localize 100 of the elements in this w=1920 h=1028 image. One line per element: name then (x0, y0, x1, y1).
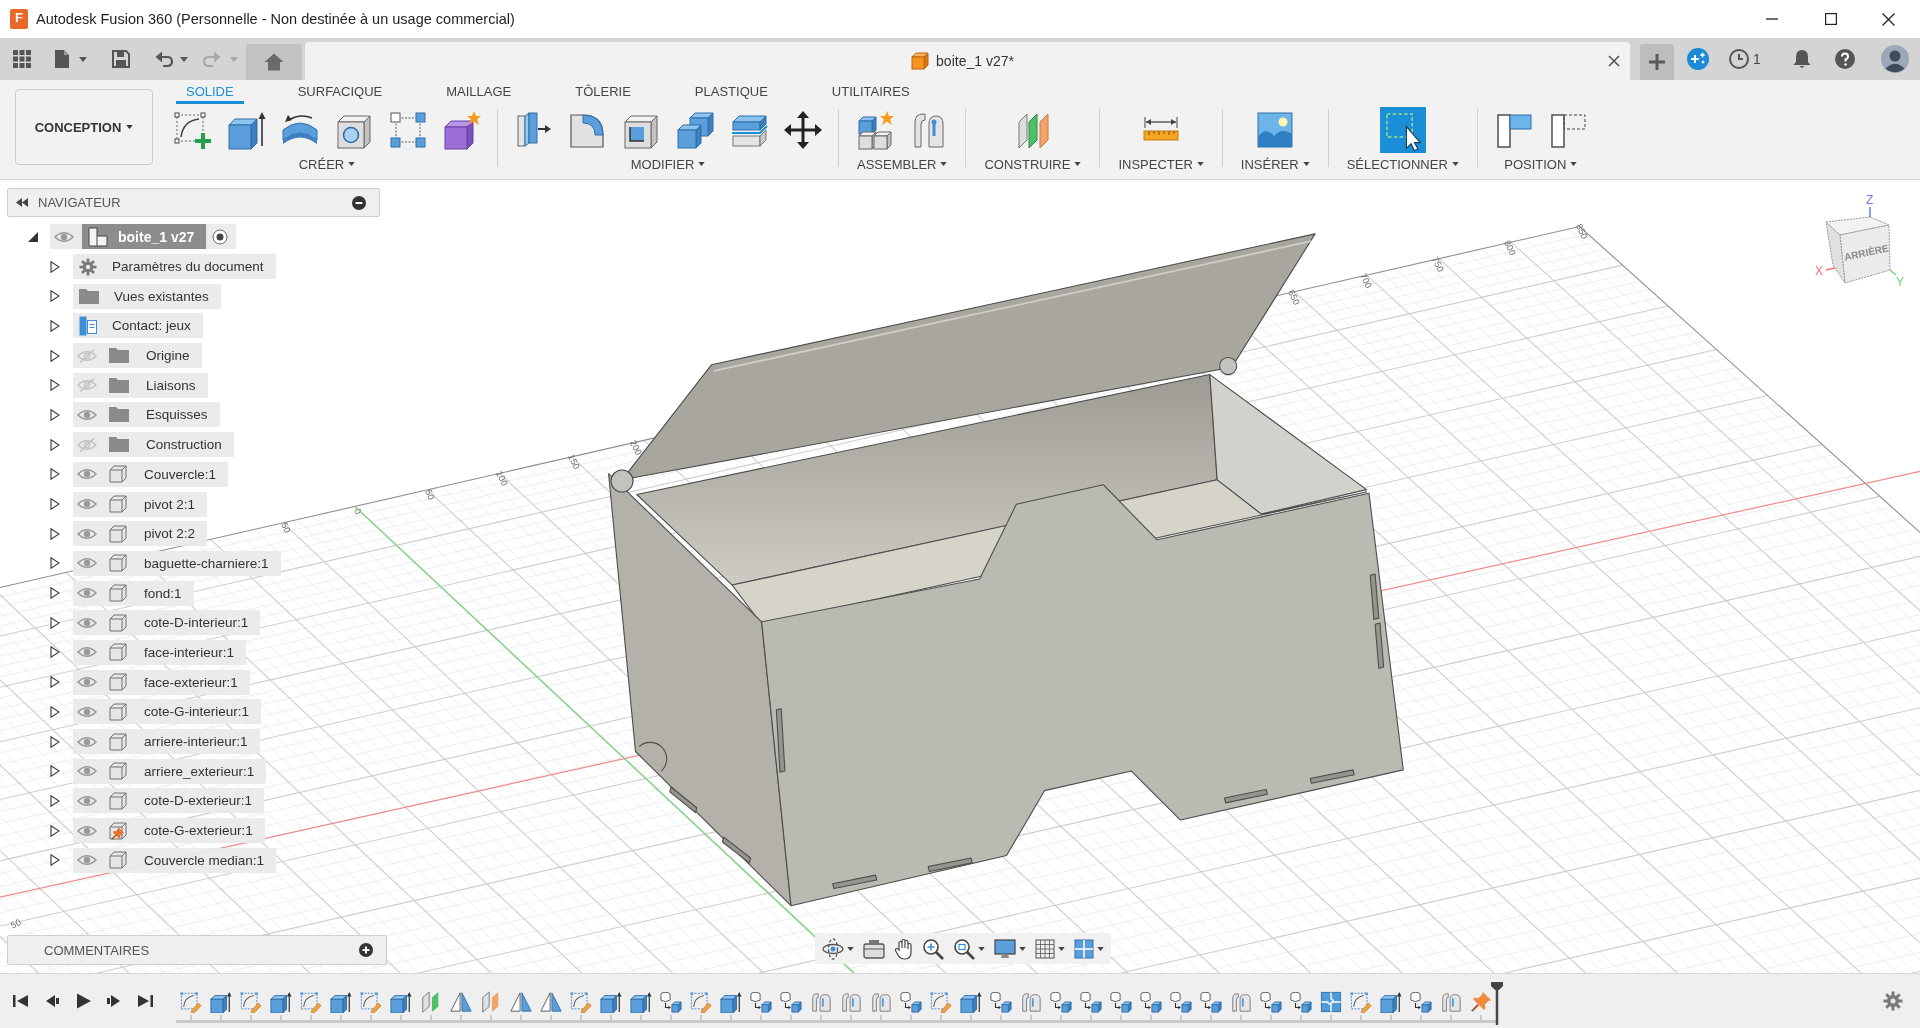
skip-start-icon[interactable] (12, 993, 30, 1009)
collapse-icon[interactable] (16, 198, 28, 207)
component-icon[interactable] (750, 991, 772, 1013)
cube-arrow-icon[interactable] (330, 991, 352, 1013)
close-icon[interactable] (1608, 55, 1620, 67)
new-tab-button[interactable] (1640, 44, 1674, 80)
sketch-icon[interactable] (930, 991, 952, 1013)
expand-arrow-icon[interactable] (50, 735, 60, 748)
expand-arrow-icon[interactable] (50, 824, 60, 837)
tree-item[interactable]: Couvercle:1 (73, 461, 229, 487)
squares-pattern-icon[interactable] (388, 110, 428, 150)
joint-icon[interactable] (1020, 991, 1042, 1013)
caret-icon[interactable] (847, 946, 854, 951)
bell-icon[interactable] (1792, 49, 1811, 69)
zoom-icon[interactable] (922, 937, 944, 960)
toolbar-tab[interactable]: MAILLAGE (436, 80, 522, 104)
expand-arrow-icon[interactable] (50, 349, 60, 362)
caret-icon[interactable] (978, 946, 985, 951)
tree-item[interactable]: Origine (73, 343, 202, 369)
tree-item[interactable]: Esquisses (73, 402, 220, 428)
document-tab[interactable]: boite_1 v27* (305, 42, 1630, 80)
tree-item[interactable]: baguette-charniere:1 (73, 550, 281, 576)
tool-group-menu[interactable]: MODIFIER (628, 153, 708, 175)
expand-arrow-icon[interactable] (50, 557, 60, 570)
tree-item[interactable]: fond:1 (73, 580, 194, 606)
expand-arrow-icon[interactable] (50, 794, 60, 807)
radio-icon[interactable] (212, 228, 229, 245)
joint-icon[interactable] (1230, 991, 1252, 1013)
tree-item[interactable]: Contact: jeux (73, 313, 203, 339)
expand-arrow-icon[interactable] (28, 230, 38, 243)
zoom-window-icon[interactable] (953, 937, 975, 960)
toolbar-tab[interactable]: PLASTIQUE (684, 80, 778, 104)
component-icon[interactable] (1140, 991, 1162, 1013)
cube-arrow-icon[interactable] (270, 991, 292, 1013)
component-icon[interactable] (1290, 991, 1312, 1013)
minus-circle-icon[interactable] (352, 195, 366, 210)
display-icon[interactable] (994, 938, 1016, 959)
expand-arrow-icon[interactable] (50, 260, 60, 273)
maximize-icon[interactable] (1825, 13, 1837, 25)
component-icon[interactable] (900, 991, 922, 1013)
tool-group-menu[interactable]: INSPECTER (1116, 153, 1206, 175)
tree-item[interactable]: cote-G-exterieur:1 (73, 818, 265, 844)
expand-arrow-icon[interactable] (50, 527, 60, 540)
expand-arrow-icon[interactable] (50, 498, 60, 511)
save-icon[interactable] (112, 50, 130, 68)
cube-arrow-icon[interactable] (960, 991, 982, 1013)
component-icon[interactable] (1110, 991, 1132, 1013)
cube-arrow-icon[interactable] (390, 991, 412, 1013)
tool-group-menu[interactable]: INSÉRER (1238, 153, 1312, 175)
tree-item[interactable]: cote-D-interieur:1 (73, 610, 261, 636)
tree-item[interactable]: Vues existantes (73, 283, 221, 309)
joint-icon[interactable] (810, 991, 832, 1013)
component-icon[interactable] (1200, 991, 1222, 1013)
caret-icon[interactable] (1019, 946, 1026, 951)
expand-arrow-icon[interactable] (50, 468, 60, 481)
tool-group-menu[interactable]: ASSEMBLER (855, 153, 950, 175)
tool-group-menu[interactable]: SÉLECTIONNER (1344, 153, 1461, 175)
expand-arrow-icon[interactable] (50, 705, 60, 718)
sketch-icon[interactable] (1350, 991, 1372, 1013)
move-arrows-icon[interactable] (783, 110, 823, 150)
workspace-dropdown[interactable]: CONCEPTION (15, 89, 153, 165)
component-icon[interactable] (990, 991, 1012, 1013)
play-icon[interactable] (74, 993, 92, 1009)
joint-icon[interactable] (1440, 991, 1462, 1013)
toolbar-tab[interactable]: SURFACIQUE (287, 80, 393, 104)
tree-item[interactable]: pivot 2:1 (73, 491, 208, 517)
cube-arrow-icon[interactable] (720, 991, 742, 1013)
tree-item[interactable]: arriere_exterieur:1 (73, 758, 267, 784)
mirror-icon[interactable] (450, 991, 472, 1013)
caret-icon[interactable] (1058, 946, 1065, 951)
cube-arrow-icon[interactable] (1380, 991, 1402, 1013)
cube-arrow-icon[interactable] (210, 991, 232, 1013)
sketch-icon[interactable] (180, 991, 202, 1013)
tree-item[interactable]: arriere-interieur:1 (73, 729, 260, 755)
grid-icon[interactable] (1035, 938, 1055, 959)
look-at-icon[interactable] (863, 938, 885, 959)
expand-arrow-icon[interactable] (50, 379, 60, 392)
component-icon[interactable] (1080, 991, 1102, 1013)
component-icon[interactable] (1050, 991, 1072, 1013)
home-button[interactable] (246, 44, 302, 80)
mirror-icon[interactable] (540, 991, 562, 1013)
cubes-star-icon[interactable] (855, 110, 896, 150)
sketch-icon[interactable] (570, 991, 592, 1013)
caret-icon[interactable] (180, 56, 188, 62)
caret-icon[interactable] (79, 56, 87, 62)
sparkle-plus-icon[interactable] (1687, 48, 1709, 70)
expand-arrow-icon[interactable] (50, 438, 60, 451)
pan-hand-icon[interactable] (894, 937, 913, 960)
tree-item[interactable]: Couvercle median:1 (73, 847, 277, 873)
sketch-icon[interactable] (240, 991, 262, 1013)
toolbar-tab[interactable]: UTILITAIRES (821, 80, 920, 104)
sketch-icon[interactable] (360, 991, 382, 1013)
plus-circle-icon[interactable] (359, 943, 373, 957)
expand-arrow-icon[interactable] (50, 854, 60, 867)
expand-arrow-icon[interactable] (50, 616, 60, 629)
tool-group-menu[interactable]: POSITION (1502, 153, 1580, 175)
image-icon[interactable] (1255, 110, 1296, 150)
expand-arrow-icon[interactable] (50, 646, 60, 659)
puzzle-icon[interactable] (1320, 991, 1342, 1013)
sketch-plus-icon[interactable] (172, 110, 212, 150)
